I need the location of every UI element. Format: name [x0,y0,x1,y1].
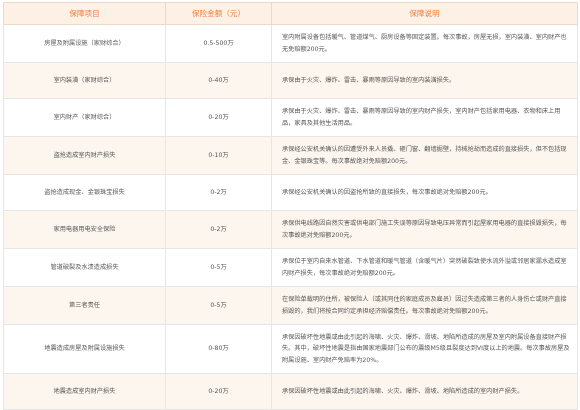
row-item: 地震造成房屋及附属设施损失 [3,324,166,374]
table-row: 室内财产（家财综合） 0-20万 承保由于火灾、爆炸、雷击、暴雨等原因导致的室内… [3,98,578,137]
row-amount: 0-80万 [165,324,272,374]
row-description: 承保供电线路因自然灾害或供电部门施工失误等原因导致电压异常而引起屋家用电器的直接… [271,210,578,249]
table-row: 室内装潢（家财综合） 0-40万 承保由于火灾、爆炸、雷击、暴雨等原因导致的室内… [3,62,578,99]
row-description: 在保险单载明的住所，被保险人（或其同住的家庭成员及雇员）因过失造成第三者的人身伤… [271,286,578,325]
row-description: 承保经公安机关确认的因盗抢所致的直接损失，每次事故绝对免赔额200元。 [271,174,578,211]
table-row: 管道破裂及水渍造成损失 0-5万 承保位于室内自来水管道、下水管道和暖气管道（含… [3,248,578,287]
row-item: 地震造成室内财产损失 [3,373,166,410]
row-amount: 0-40万 [165,62,272,99]
row-item: 盗抢造成现金、金银珠宝损失 [3,174,166,211]
row-amount: 0-2万 [165,210,272,249]
row-description: 承保位于室内自来水管道、下水管道和暖气管道（含暖气片）突然破裂致使水流外溢或邻居… [271,248,578,287]
row-description: 承保由于火灾、爆炸、雷击、暴雨等原因导致的室内装潢损失。 [271,62,578,99]
row-item: 室内装潢（家财综合） [3,62,166,99]
insurance-coverage-table-container: 保障项目 保险金额（元） 保障说明 房屋及附属设施（家财综合） 0.5-500万… [0,0,580,410]
row-description: 室内附属设备包括暖气、管道煤气、厨房设备等固定装置。每次事故，房屋无损，室内装潢… [271,24,578,63]
row-item: 家用电器用电安全保险 [3,210,166,249]
header-amount: 保险金额（元） [165,2,272,25]
table-header-row: 保障项目 保险金额（元） 保障说明 [3,2,578,25]
row-amount: 0-5万 [165,248,272,287]
table-row: 地震造成房屋及附属设施损失 0-80万 承保因破坏性地震或由此引起的海啸、火灾、… [3,324,578,374]
table-row: 盗抢造成现金、金银珠宝损失 0-2万 承保经公安机关确认的因盗抢所致的直接损失，… [3,174,578,211]
table-row: 房屋及附属设施（家财综合） 0.5-500万 室内附属设备包括暖气、管道煤气、厨… [3,24,578,63]
row-item: 第三者责任 [3,286,166,325]
header-description: 保障说明 [271,2,578,25]
table-row: 第三者责任 0-5万 在保险单载明的住所，被保险人（或其同住的家庭成员及雇员）因… [3,286,578,325]
row-item: 室内财产（家财综合） [3,98,166,137]
row-amount: 0-10万 [165,136,272,175]
header-item: 保障项目 [3,2,166,25]
row-description: 承保经公安机关确认的因遭受外来人员撬、砸门窗、翻墙掘壁，持械抢劫而造成的直接损失… [271,136,578,175]
table-row: 盗抢造成室内财产损失 0-10万 承保经公安机关确认的因遭受外来人员撬、砸门窗、… [3,136,578,175]
row-item: 管道破裂及水渍造成损失 [3,248,166,287]
table-row: 地震造成室内财产损失 0-20万 承保因破坏性地震或由此引起的海啸、火灾、爆炸、… [3,373,578,410]
row-amount: 0-20万 [165,373,272,410]
row-item: 盗抢造成室内财产损失 [3,136,166,175]
row-amount: 0-2万 [165,174,272,211]
row-description: 承保因破坏性地震或由此引起的海啸、火灾、爆炸、滑坡、地陷所造成的房屋及室内附属设… [271,324,578,374]
row-amount: 0.5-500万 [165,24,272,63]
row-amount: 0-5万 [165,286,272,325]
table-row: 家用电器用电安全保险 0-2万 承保供电线路因自然灾害或供电部门施工失误等原因导… [3,210,578,249]
coverage-table: 保障项目 保险金额（元） 保障说明 房屋及附属设施（家财综合） 0.5-500万… [3,2,578,410]
row-description: 承保由于火灾、爆炸、雷击、暴雨等原因导致的室内财产损失，室内财产包括家用电器、衣… [271,98,578,137]
row-amount: 0-20万 [165,98,272,137]
row-item: 房屋及附属设施（家财综合） [3,24,166,63]
row-description: 承保因破坏性地震或由此引起的海啸、火灾、爆炸、滑坡、地陷所造成的室内财产损失。 [271,373,578,410]
